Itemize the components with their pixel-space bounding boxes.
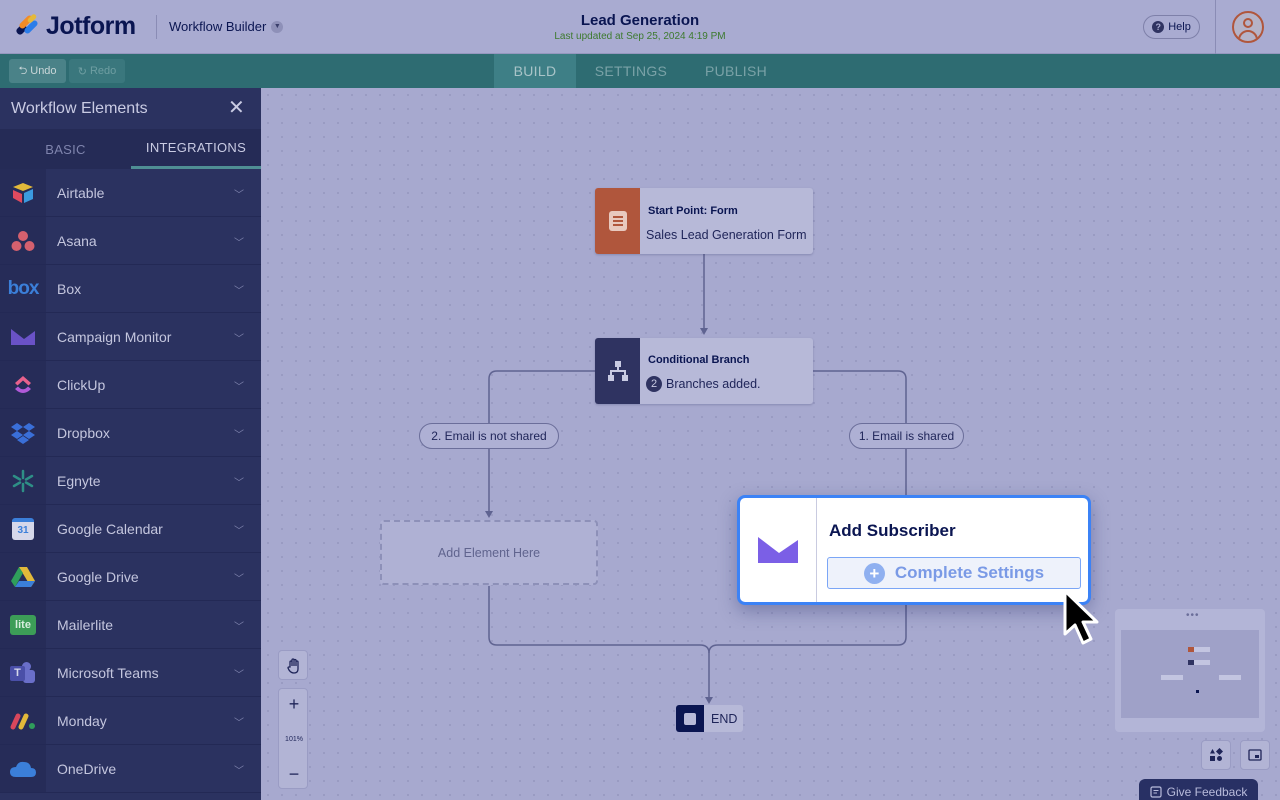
- complete-settings-button[interactable]: + Complete Settings: [827, 557, 1081, 589]
- conditional-branch-node[interactable]: Conditional Branch 2 Branches added.: [595, 338, 813, 404]
- give-feedback-button[interactable]: Give Feedback: [1139, 779, 1258, 800]
- form-icon: [595, 188, 640, 254]
- start-node[interactable]: Start Point: Form Sales Lead Generation …: [595, 188, 813, 254]
- end-label: END: [711, 712, 738, 726]
- card-title: Add Subscriber: [829, 521, 956, 540]
- start-node-title: Start Point: Form: [648, 205, 738, 217]
- hand-icon: [279, 651, 309, 681]
- zoom-out-button[interactable]: −: [279, 759, 309, 789]
- shapes-icon: [1210, 748, 1223, 761]
- add-element-placeholder[interactable]: Add Element Here: [380, 520, 598, 585]
- zoom-level: 101%: [285, 735, 303, 743]
- zoom-in-button[interactable]: +: [279, 689, 309, 719]
- branch-count-badge: 2: [646, 376, 662, 392]
- minimap-viewport: [1121, 630, 1259, 718]
- branch-icon: [595, 338, 640, 404]
- mouse-cursor-icon: [1063, 589, 1099, 645]
- branch-node-subtitle: 2 Branches added.: [646, 376, 761, 392]
- minimap-drag-handle[interactable]: •••: [1186, 610, 1200, 621]
- minimap[interactable]: •••: [1115, 609, 1265, 732]
- stop-icon: [676, 705, 704, 732]
- hand-tool-button[interactable]: [278, 650, 308, 680]
- add-subscriber-card[interactable]: Add Subscriber + Complete Settings: [737, 495, 1091, 605]
- end-node[interactable]: END: [676, 705, 743, 732]
- give-feedback-label: Give Feedback: [1166, 785, 1248, 799]
- branch-label-shared[interactable]: 1. Email is shared: [849, 423, 964, 449]
- branch-node-title: Conditional Branch: [648, 354, 750, 366]
- branch-node-subtitle-text: Branches added.: [666, 377, 761, 391]
- feedback-icon: [1150, 786, 1162, 798]
- plus-icon: +: [863, 562, 885, 584]
- complete-settings-label: Complete Settings: [894, 563, 1045, 582]
- branch-label-not-shared[interactable]: 2. Email is not shared: [419, 423, 559, 449]
- minimap-icon: [1248, 749, 1262, 761]
- zoom-controls: + 101% −: [278, 688, 308, 789]
- campaign-monitor-icon: [740, 498, 817, 602]
- minimap-toggle-button[interactable]: [1240, 740, 1270, 770]
- start-node-subtitle: Sales Lead Generation Form: [646, 228, 807, 242]
- layout-toggle-button[interactable]: [1201, 740, 1231, 770]
